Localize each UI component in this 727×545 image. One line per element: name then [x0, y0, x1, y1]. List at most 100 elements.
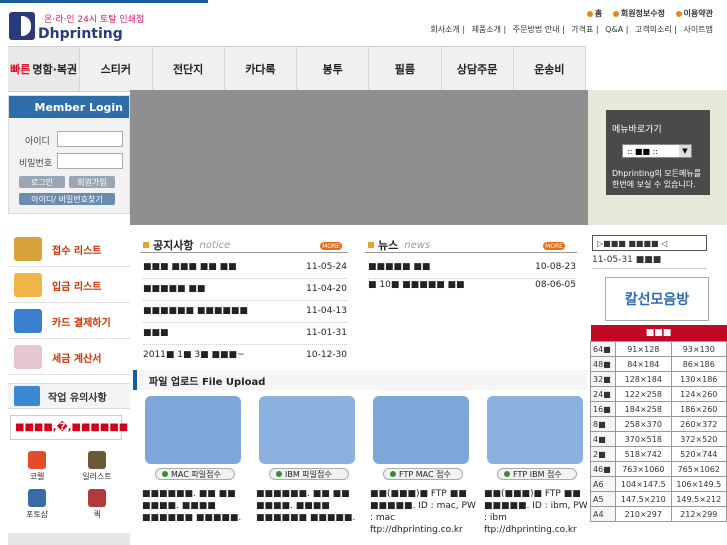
upload-button-label: IBM 파일접수: [285, 469, 332, 479]
size-key: A6: [589, 476, 617, 492]
sidebar-item-deposit-list[interactable]: 입금 리스트: [8, 268, 130, 303]
logo[interactable]: 온·라·인 24시 토탈 인쇄점 Dhprinting: [8, 6, 158, 46]
sidebar-item-label: 카드 결제하기: [52, 317, 111, 329]
nav-prefix: 빠른: [10, 63, 31, 76]
table-row: 4■ 370×518 372×520: [589, 431, 727, 447]
notice-text: ■■■■■■ ■■■■■■: [143, 306, 248, 316]
notice-more-button[interactable]: MORE: [320, 242, 342, 250]
bullet-icon: [586, 10, 593, 17]
nav-item-envelope[interactable]: 봉투: [297, 47, 370, 91]
news-title-text: 뉴스: [378, 239, 399, 252]
size-cell: 765×1062: [670, 461, 727, 477]
size-cell: 91×128: [615, 341, 672, 357]
sidebar-item-receipt-list[interactable]: 접수 리스트: [8, 232, 130, 267]
news-divider: [365, 252, 577, 253]
nav-label: 명함·복권: [32, 63, 78, 76]
receipt-icon: [14, 237, 42, 261]
notice-row[interactable]: ■■■■■ ■■ 11-04-20: [143, 278, 347, 301]
quark-icon: [88, 488, 106, 507]
sub-link-price[interactable]: 가격표: [571, 25, 593, 34]
work-note-label: 작업 유의사항: [48, 392, 107, 404]
size-cell: 122×258: [615, 386, 672, 402]
sub-link-sitemap[interactable]: 사이트맵: [684, 25, 713, 34]
top-link-member-edit[interactable]: 회원정보수정: [612, 9, 665, 18]
arrow-icon: [390, 471, 396, 477]
top-link-terms[interactable]: 이용약관: [675, 9, 713, 18]
windows-folder-icon[interactable]: [259, 396, 355, 464]
table-row: 8■ 258×370 260×372: [589, 416, 727, 432]
notice-row[interactable]: ■■■ 11-01-31: [143, 322, 347, 345]
notice-title-text: 공지사항: [153, 239, 194, 252]
size-cell: 370×518: [615, 431, 672, 447]
sidebar-item-label: 세금 계산서: [52, 353, 102, 365]
tool-photoshop[interactable]: 포토샵: [8, 485, 66, 523]
mac-upload-button[interactable]: MAC 파일접수: [155, 468, 235, 480]
money-bag-icon: [14, 273, 42, 297]
nav-item-shipping[interactable]: 운송비: [514, 47, 586, 91]
size-key: A4: [589, 506, 617, 522]
nav-item-consult-order[interactable]: 상담주문: [442, 47, 514, 91]
ibm-upload-desc: ■■■■■■. ■■ ■■ ■■■■. ■■■■ ■■■■■■ ■■■■■.: [256, 489, 356, 523]
find-account-button[interactable]: 아이디/ 비밀번호찾기: [19, 193, 115, 205]
arrow-icon: [504, 471, 510, 477]
bullet-icon: [612, 10, 619, 17]
ftp-mac-upload-button[interactable]: FTP MAC 접수: [383, 468, 463, 480]
id-field[interactable]: [57, 131, 123, 147]
sidebar-item-card-payment[interactable]: 카드 결제하기: [8, 304, 130, 339]
table-row: A5 147.5×210 149.5×212: [589, 491, 727, 507]
sub-link-qna[interactable]: Q&A: [605, 25, 623, 34]
notice-date: 11-04-20: [306, 284, 347, 294]
notice-title: 공지사항 notice: [143, 237, 230, 253]
mac-folder-icon[interactable]: [145, 396, 241, 464]
nav-item-sticker[interactable]: 스티커: [80, 47, 153, 91]
join-button[interactable]: 회원가입: [69, 176, 115, 188]
sub-link-products[interactable]: 제품소개: [472, 25, 501, 34]
sub-link-order-guide[interactable]: 주문방법 안내: [513, 25, 560, 34]
tool-label: 포토샵: [25, 509, 49, 519]
notice-text: ■■■ ■■■ ■■ ■■: [143, 262, 237, 272]
sidebar-item-tax-invoice[interactable]: 세금 계산서: [8, 340, 130, 375]
ibm-upload-button[interactable]: IBM 파일접수: [269, 468, 349, 480]
news-text: ■■■■■ ■■: [368, 262, 431, 272]
menu-shortcut-select[interactable]: :: ■■ :: ▼: [622, 144, 692, 158]
sub-link-voice[interactable]: 고객의소리: [635, 25, 672, 34]
sub-link-company[interactable]: 회사소개: [430, 25, 459, 34]
table-row: A4 210×297 212×299: [589, 506, 727, 522]
size-cell: 763×1060: [615, 461, 672, 477]
table-row: 46■ 763×1060 765×1062: [589, 461, 727, 477]
bullet-icon: [675, 10, 682, 17]
notice-row[interactable]: ■■■■■■ ■■■■■■ 11-04-13: [143, 300, 347, 323]
size-cell: 93×130: [670, 341, 727, 357]
kalsun-banner[interactable]: 칼선모음방: [605, 277, 709, 321]
work-note-link[interactable]: ■■■■,�,■■■■■■: [10, 415, 128, 440]
apple-folder-icon[interactable]: [373, 396, 469, 464]
size-cell: 128×184: [615, 371, 672, 387]
sidebar-item-label: 접수 리스트: [52, 245, 102, 257]
top-link-home[interactable]: 홈: [586, 9, 602, 18]
login-button[interactable]: 로그인: [19, 176, 65, 188]
nav-item-business-card[interactable]: 빠른 명함·복권: [8, 47, 81, 91]
notice-text: ■■■: [143, 328, 169, 338]
tool-quark[interactable]: 쿽: [68, 485, 126, 523]
logo-tagline: 온·라·인 24시 토탈 인쇄점: [44, 15, 145, 25]
size-cell: 260×372: [670, 416, 727, 432]
photoshop-icon: [28, 488, 46, 507]
nav-item-flyer[interactable]: 전단지: [153, 47, 225, 91]
news-row[interactable]: ■ 10■ ■■■■■ ■■ 08-06-05: [368, 274, 576, 296]
right-header[interactable]: ▷■■■ ■■■■ ◁: [592, 235, 707, 251]
size-cell: 106×149.5: [670, 476, 727, 492]
nav-item-catalog[interactable]: 카다록: [225, 47, 297, 91]
tool-corel[interactable]: 코렐: [8, 447, 66, 485]
ftp-ibm-upload-button[interactable]: FTP IBM 접수: [497, 468, 577, 480]
notice-row[interactable]: ■■■ ■■■ ■■ ■■ 11-05-24: [143, 256, 347, 279]
right-date-row[interactable]: 11-05-31 ■■■: [592, 252, 707, 269]
work-note-header: 작업 유의사항: [8, 383, 130, 409]
news-more-button[interactable]: MORE: [543, 242, 565, 250]
size-key: 32■: [589, 371, 617, 387]
nav-item-film[interactable]: 필름: [369, 47, 442, 91]
tool-illustrator[interactable]: 일러스트: [68, 447, 126, 485]
notice-row[interactable]: 2011■ 1■ 3■ ■■■~ 10-12-30: [143, 344, 347, 366]
ftp-windows-folder-icon[interactable]: [487, 396, 583, 464]
notice-date: 11-05-24: [306, 262, 347, 272]
password-field[interactable]: [57, 153, 123, 169]
